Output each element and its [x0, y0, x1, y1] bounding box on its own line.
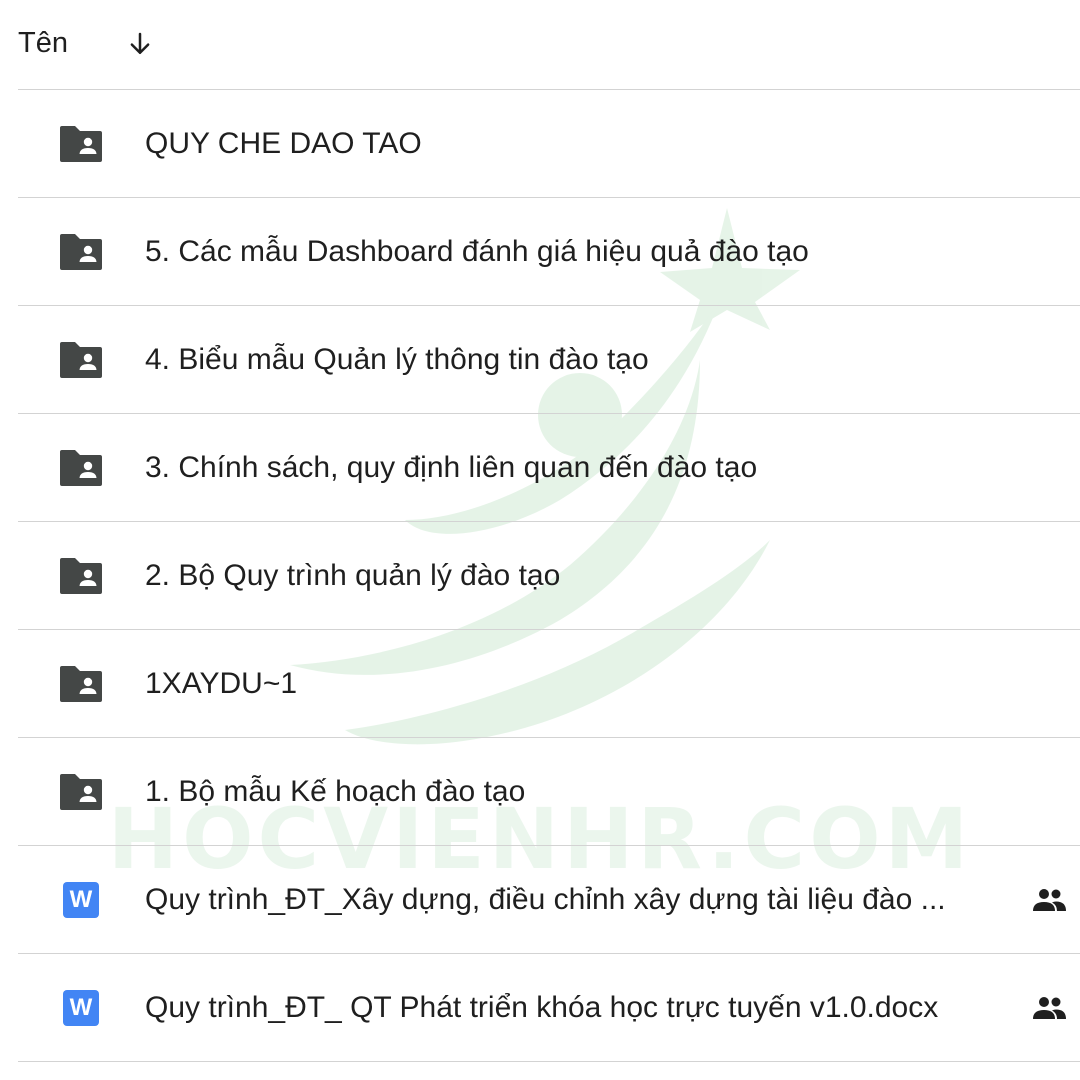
people-shared-icon	[1028, 885, 1070, 915]
sort-direction-button[interactable]	[120, 24, 160, 64]
folder-row[interactable]: QUY CHE DAO TAO	[18, 90, 1080, 198]
arrow-down-icon	[130, 32, 150, 54]
item-name: 1XAYDU~1	[145, 666, 298, 700]
word-doc-letter: W	[63, 881, 99, 918]
shared-folder-icon	[56, 664, 106, 704]
item-name: 1. Bộ mẫu Kế hoạch đào tạo	[145, 774, 526, 808]
file-list-page: HOCVIENHR.COM Tên QUY CHE DAO TAO 5. Các …	[0, 0, 1080, 1080]
folder-row[interactable]: 3. Chính sách, quy định liên quan đến đà…	[18, 414, 1080, 522]
item-name: Quy trình_ĐT_Xây dựng, điều chỉnh xây dự…	[145, 882, 946, 916]
column-header: Tên	[18, 0, 1080, 90]
folder-row[interactable]: 1XAYDU~1	[18, 630, 1080, 738]
item-name: 4. Biểu mẫu Quản lý thông tin đào tạo	[145, 342, 649, 376]
word-doc-letter: W	[63, 989, 99, 1026]
shared-folder-icon	[56, 232, 106, 272]
word-doc-icon: W	[56, 988, 106, 1028]
file-list: QUY CHE DAO TAO 5. Các mẫu Dashboard đánh…	[0, 90, 1080, 1062]
item-name: 3. Chính sách, quy định liên quan đến đà…	[145, 450, 758, 484]
word-doc-icon: W	[56, 880, 106, 920]
item-name: QUY CHE DAO TAO	[145, 126, 422, 160]
shared-folder-icon	[56, 340, 106, 380]
name-column-label[interactable]: Tên	[18, 27, 68, 60]
file-row[interactable]: W Quy trình_ĐT_Xây dựng, điều chỉnh xây d…	[18, 846, 1080, 954]
people-shared-icon	[1028, 993, 1070, 1023]
file-row[interactable]: W Quy trình_ĐT_ QT Phát triển khóa học tr…	[18, 954, 1080, 1062]
folder-row[interactable]: 4. Biểu mẫu Quản lý thông tin đào tạo	[18, 306, 1080, 414]
shared-folder-icon	[56, 556, 106, 596]
shared-folder-icon	[56, 448, 106, 488]
folder-row[interactable]: 2. Bộ Quy trình quản lý đào tạo	[18, 522, 1080, 630]
item-name: Quy trình_ĐT_ QT Phát triển khóa học trự…	[145, 990, 939, 1024]
item-name: 2. Bộ Quy trình quản lý đào tạo	[145, 558, 561, 592]
folder-row[interactable]: 1. Bộ mẫu Kế hoạch đào tạo	[18, 738, 1080, 846]
shared-folder-icon	[56, 124, 106, 164]
folder-row[interactable]: 5. Các mẫu Dashboard đánh giá hiệu quả đ…	[18, 198, 1080, 306]
shared-folder-icon	[56, 772, 106, 812]
item-name: 5. Các mẫu Dashboard đánh giá hiệu quả đ…	[145, 234, 809, 268]
